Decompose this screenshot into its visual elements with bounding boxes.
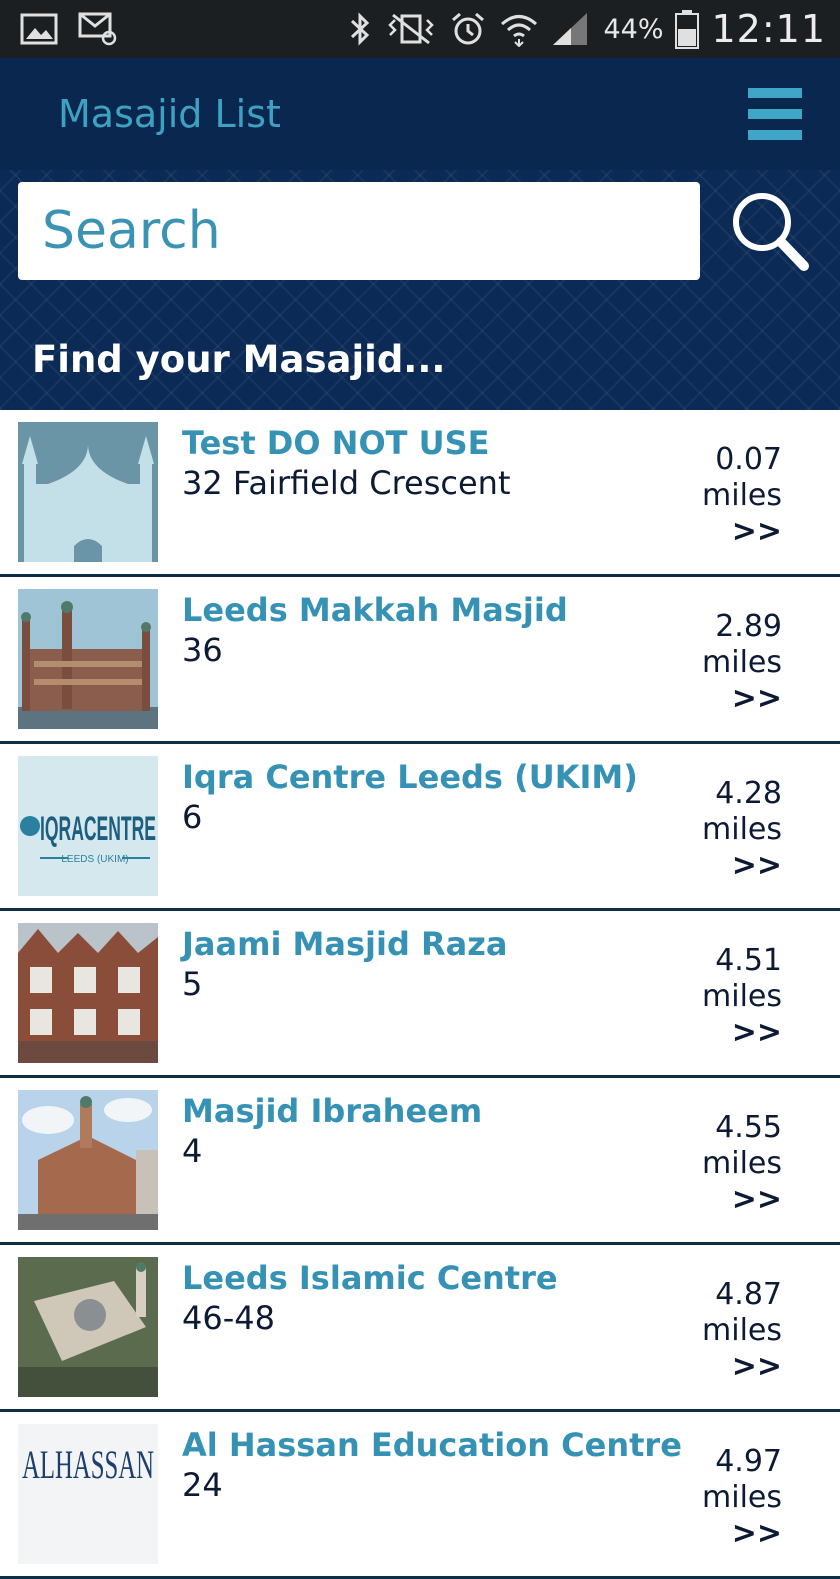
masjid-address: 36 (182, 631, 223, 669)
iqra-logo-text: IQRACENTRE (40, 810, 156, 848)
distance-unit: miles (702, 979, 782, 1014)
masjid-name: Leeds Islamic Centre (182, 1259, 558, 1297)
list-item[interactable]: ALHASSAN Al Hassan Education Centre 24 4… (0, 1412, 840, 1579)
page-title: Masajid List (58, 92, 281, 136)
battery-percent: 44% (603, 13, 664, 45)
masjid-distance: 4.97 miles >> (662, 1444, 782, 1552)
chevron-double-right-icon: >> (731, 848, 782, 883)
list-item[interactable]: Leeds Makkah Masjid 36 2.89 miles >> (0, 577, 840, 744)
list-item[interactable]: Masjid Ibraheem 4 4.55 miles >> (0, 1078, 840, 1245)
masjid-photo-thumbnail (18, 1257, 158, 1397)
battery-icon (675, 9, 700, 49)
alarm-icon (449, 11, 487, 47)
bluetooth-icon (347, 11, 373, 47)
chevron-double-right-icon: >> (731, 1516, 782, 1551)
chevron-double-right-icon: >> (731, 514, 782, 549)
list-item[interactable]: IQRACENTRE LEEDS (UKIM) Iqra Centre Leed… (0, 744, 840, 911)
search-icon[interactable] (726, 186, 816, 276)
chevron-double-right-icon: >> (731, 1182, 782, 1217)
list-item[interactable]: Leeds Islamic Centre 46-48 4.87 miles >> (0, 1245, 840, 1412)
distance-value: 4.97 (715, 1444, 782, 1479)
al-hassan-logo: ALHASSAN (18, 1424, 158, 1564)
distance-unit: miles (702, 1313, 782, 1348)
search-hero: Find your Masajid... (0, 170, 840, 410)
masjid-name: Test DO NOT USE (182, 424, 490, 462)
search-input[interactable] (18, 182, 700, 280)
iqra-centre-logo: IQRACENTRE LEEDS (UKIM) (18, 756, 158, 896)
masjid-distance: 0.07 miles >> (662, 442, 782, 550)
masjid-name: Masjid Ibraheem (182, 1092, 483, 1130)
image-icon (20, 13, 58, 45)
masjid-address: 4 (182, 1132, 203, 1170)
distance-value: 4.28 (715, 776, 782, 811)
masjid-address: 5 (182, 965, 203, 1003)
distance-unit: miles (702, 812, 782, 847)
masjid-photo-thumbnail (18, 589, 158, 729)
masjid-photo-thumbnail (18, 1090, 158, 1230)
distance-unit: miles (702, 478, 782, 513)
masjid-address: 32 Fairfield Crescent (182, 464, 511, 502)
distance-value: 4.55 (715, 1110, 782, 1145)
masjid-address: 6 (182, 798, 203, 836)
masjid-name: Leeds Makkah Masjid (182, 591, 568, 629)
clock: 12:11 (711, 7, 826, 51)
chevron-double-right-icon: >> (731, 1015, 782, 1050)
masjid-distance: 4.55 miles >> (662, 1110, 782, 1218)
distance-value: 4.87 (715, 1277, 782, 1312)
masjid-name: Iqra Centre Leeds (UKIM) (182, 758, 638, 796)
distance-value: 2.89 (715, 609, 782, 644)
masjid-distance: 4.28 miles >> (662, 776, 782, 884)
list-item[interactable]: Jaami Masjid Raza 5 4.51 miles >> (0, 911, 840, 1078)
chevron-double-right-icon: >> (731, 681, 782, 716)
iqra-logo-subtext: LEEDS (UKIM) (61, 854, 128, 865)
hamburger-menu-icon[interactable] (748, 88, 802, 140)
distance-unit: miles (702, 645, 782, 680)
distance-value: 0.07 (715, 442, 782, 477)
signal-icon (551, 11, 591, 47)
mail-icon (78, 12, 118, 46)
masjid-name: Al Hassan Education Centre (182, 1426, 682, 1464)
masjid-photo-thumbnail (18, 923, 158, 1063)
masjid-address: 24 (182, 1466, 223, 1504)
distance-unit: miles (702, 1146, 782, 1181)
masjid-distance: 4.87 miles >> (662, 1277, 782, 1385)
status-bar: 44% 12:11 (0, 0, 840, 58)
wifi-icon (499, 11, 539, 47)
masjid-distance: 4.51 miles >> (662, 943, 782, 1051)
distance-value: 4.51 (715, 943, 782, 978)
distance-unit: miles (702, 1480, 782, 1515)
masajid-list: Test DO NOT USE 32 Fairfield Crescent 0.… (0, 410, 840, 1579)
list-item[interactable]: Test DO NOT USE 32 Fairfield Crescent 0.… (0, 410, 840, 577)
masjid-address: 46-48 (182, 1299, 275, 1337)
al-hassan-logo-text: ALHASSAN (22, 1442, 154, 1487)
vibrate-icon (385, 12, 437, 46)
masjid-distance: 2.89 miles >> (662, 609, 782, 717)
masjid-placeholder-thumbnail (18, 422, 158, 562)
masjid-name: Jaami Masjid Raza (182, 925, 508, 963)
find-masajid-heading: Find your Masajid... (32, 338, 446, 381)
app-bar: Masajid List (0, 58, 840, 170)
chevron-double-right-icon: >> (731, 1349, 782, 1384)
